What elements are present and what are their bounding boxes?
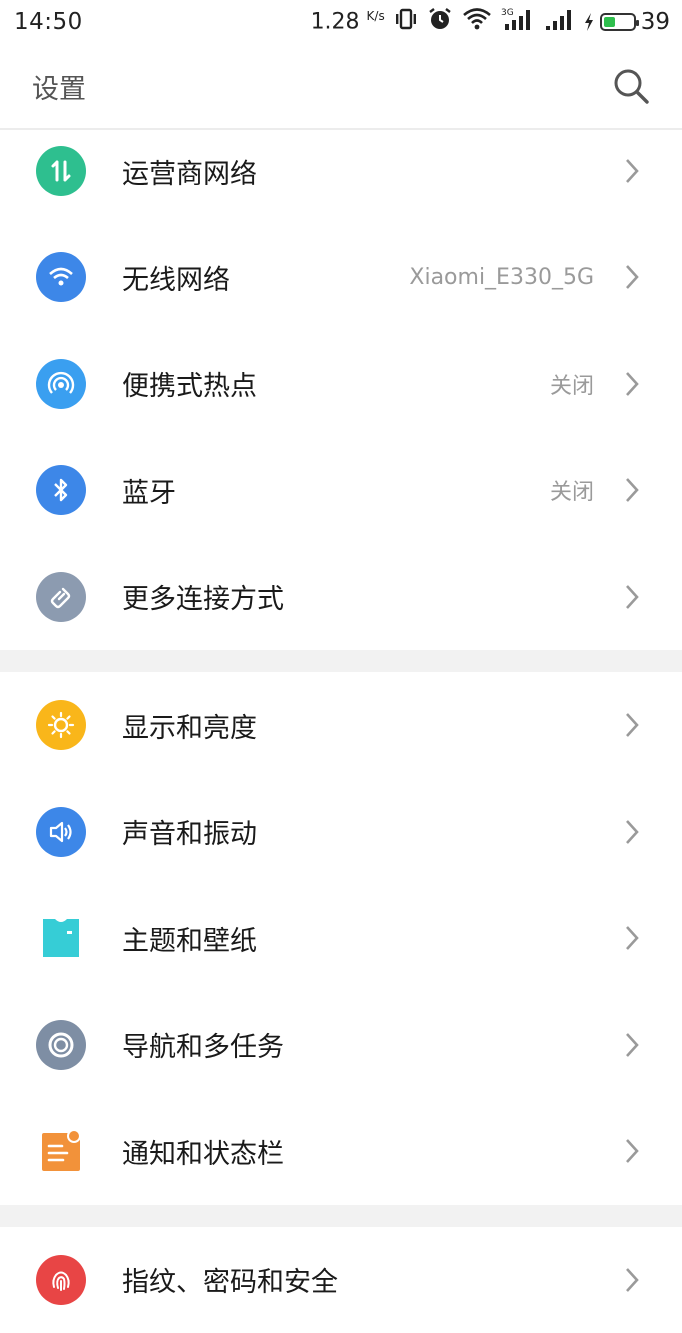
- search-button[interactable]: [610, 65, 652, 107]
- battery-indicator: 39: [583, 9, 670, 35]
- settings-item-label: 更多连接方式: [122, 577, 284, 616]
- settings-item-label: 主题和壁纸: [122, 919, 257, 958]
- brightness-icon: [36, 700, 86, 750]
- wifi-icon: [462, 7, 492, 37]
- fingerprint-icon: [36, 1255, 86, 1305]
- signal-icon: [544, 6, 574, 38]
- settings-item-bluetooth[interactable]: 蓝牙 关闭: [0, 437, 682, 544]
- vibrate-icon: [394, 8, 418, 36]
- sound-icon: [36, 807, 86, 857]
- settings-item-label: 声音和振动: [122, 812, 257, 851]
- chevron-right-icon: [620, 156, 644, 186]
- settings-item-label: 导航和多任务: [122, 1025, 284, 1064]
- chevron-right-icon: [620, 1030, 644, 1060]
- settings-item-label: 显示和亮度: [122, 706, 257, 745]
- page-title: 设置: [32, 67, 86, 106]
- search-icon: [611, 66, 651, 106]
- navigation-icon: [36, 1020, 86, 1070]
- carrier-network-icon: [36, 146, 86, 196]
- status-time: 14:50: [14, 9, 83, 35]
- bluetooth-icon: [36, 465, 86, 515]
- battery-icon: [600, 13, 636, 31]
- settings-item-label: 便携式热点: [122, 364, 257, 403]
- settings-item-wifi[interactable]: 无线网络 Xiaomi_E330_5G: [0, 224, 682, 331]
- signal-3g-icon: 3G: [501, 6, 535, 38]
- settings-item-notification[interactable]: 通知和状态栏: [0, 1098, 682, 1205]
- notification-icon: [36, 1126, 86, 1176]
- wifi-network-name: Xiaomi_E330_5G: [409, 265, 594, 290]
- chevron-right-icon: [620, 582, 644, 612]
- charging-icon: [583, 12, 595, 32]
- settings-item-display[interactable]: 显示和亮度: [0, 672, 682, 779]
- alarm-icon: [427, 7, 453, 37]
- chevron-right-icon: [620, 1136, 644, 1166]
- hotspot-status: 关闭: [550, 368, 594, 400]
- status-bar: 14:50 1.28 K/s 3G 39: [0, 0, 682, 44]
- wifi-icon: [36, 252, 86, 302]
- chevron-right-icon: [620, 475, 644, 505]
- theme-icon: [36, 913, 86, 963]
- settings-item-navigation[interactable]: 导航和多任务: [0, 992, 682, 1099]
- settings-item-label: 运营商网络: [122, 152, 257, 191]
- settings-item-more-connections[interactable]: 更多连接方式: [0, 544, 682, 651]
- settings-item-label: 蓝牙: [122, 471, 176, 510]
- section-divider: [0, 650, 682, 672]
- hotspot-icon: [36, 359, 86, 409]
- battery-level: 39: [641, 9, 670, 35]
- network-speed: 1.28 K/s: [311, 9, 385, 34]
- settings-item-label: 无线网络: [122, 258, 230, 297]
- chevron-right-icon: [620, 710, 644, 740]
- link-icon: [36, 572, 86, 622]
- settings-item-theme[interactable]: 主题和壁纸: [0, 885, 682, 992]
- chevron-right-icon: [620, 1265, 644, 1295]
- svg-text:3G: 3G: [501, 8, 514, 18]
- settings-item-sound[interactable]: 声音和振动: [0, 779, 682, 886]
- settings-list: 运营商网络 无线网络 Xiaomi_E330_5G 便携式热点 关闭 蓝牙 关闭…: [0, 118, 682, 1333]
- settings-item-label: 指纹、密码和安全: [122, 1260, 338, 1299]
- bluetooth-status: 关闭: [550, 474, 594, 506]
- settings-item-security[interactable]: 指纹、密码和安全: [0, 1227, 682, 1333]
- chevron-right-icon: [620, 369, 644, 399]
- chevron-right-icon: [620, 817, 644, 847]
- settings-item-carrier-network[interactable]: 运营商网络: [0, 118, 682, 224]
- settings-item-label: 通知和状态栏: [122, 1132, 284, 1171]
- section-divider: [0, 1205, 682, 1227]
- chevron-right-icon: [620, 262, 644, 292]
- chevron-right-icon: [620, 923, 644, 953]
- settings-item-hotspot[interactable]: 便携式热点 关闭: [0, 331, 682, 438]
